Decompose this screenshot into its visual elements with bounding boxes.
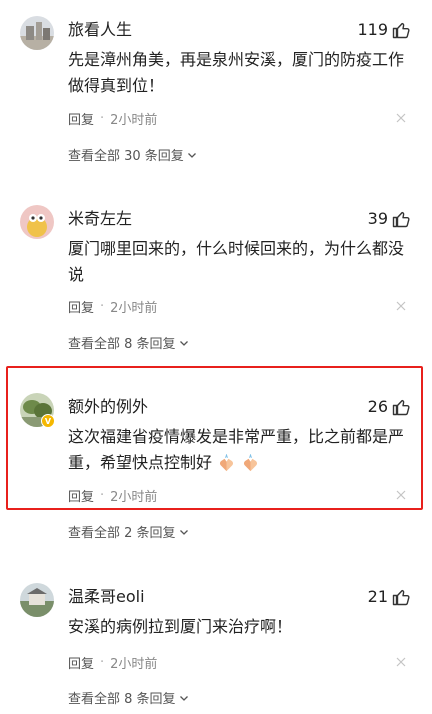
close-icon[interactable] xyxy=(396,490,406,500)
comment-meta: 回复 · 2小时前 xyxy=(68,486,158,505)
timestamp: 2小时前 xyxy=(110,112,158,128)
close-icon[interactable] xyxy=(396,657,406,667)
like-button[interactable]: 119 xyxy=(357,19,410,41)
avatar[interactable] xyxy=(20,205,54,239)
reply-link[interactable]: 回复 xyxy=(68,297,94,316)
reply-link[interactable]: 回复 xyxy=(68,486,94,505)
pray-hands-emoji xyxy=(244,454,258,472)
comment-meta: 回复 · 2小时前 xyxy=(68,297,158,316)
separator-dot: · xyxy=(100,110,105,126)
comment-meta: 回复 · 2小时前 xyxy=(68,653,158,672)
view-all-replies-link[interactable]: 查看全部 2 条回复 xyxy=(68,522,189,541)
reply-link[interactable]: 回复 xyxy=(68,109,94,128)
like-button[interactable]: 39 xyxy=(368,208,410,230)
thumbs-up-icon xyxy=(392,22,410,39)
thumbs-up-icon xyxy=(392,399,410,416)
comment-text-content: 这次福建省疫情爆发是非常严重，比之前都是严重，希望快点控制好 xyxy=(68,427,405,472)
chevron-down-icon xyxy=(179,340,188,346)
view-all-replies-label: 查看全部 8 条回复 xyxy=(68,692,176,707)
like-count: 21 xyxy=(367,587,388,606)
username[interactable]: 额外的例外 xyxy=(68,397,148,417)
view-all-replies-label: 查看全部 2 条回复 xyxy=(68,526,176,541)
username[interactable]: 旅看人生 xyxy=(68,20,132,40)
timestamp: 2小时前 xyxy=(110,489,158,505)
pray-hands-emoji xyxy=(220,454,234,472)
reply-link[interactable]: 回复 xyxy=(68,653,94,672)
like-button[interactable]: 21 xyxy=(368,586,410,608)
verified-badge: V xyxy=(41,414,55,428)
username[interactable]: 米奇左左 xyxy=(68,209,132,229)
view-all-replies-link[interactable]: 查看全部 8 条回复 xyxy=(68,333,189,352)
close-icon[interactable] xyxy=(396,301,406,311)
view-all-replies-label: 查看全部 30 条回复 xyxy=(68,149,184,164)
like-button[interactable]: 26 xyxy=(368,396,410,418)
avatar[interactable] xyxy=(20,16,54,50)
comment-text: 安溪的病例拉到厦门来治疗啊！ xyxy=(68,617,293,636)
timestamp: 2小时前 xyxy=(110,300,158,316)
comment-meta: 回复 · 2小时前 xyxy=(68,109,158,128)
timestamp: 2小时前 xyxy=(110,656,158,672)
thumbs-up-icon xyxy=(392,211,410,228)
comment-text: 厦门哪里回来的，什么时候回来的，为什么都没说 xyxy=(68,239,405,284)
thumbs-up-icon xyxy=(392,589,410,606)
separator-dot: · xyxy=(100,298,105,314)
chevron-down-icon xyxy=(187,152,196,158)
view-all-replies-label: 查看全部 8 条回复 xyxy=(68,337,176,352)
chevron-down-icon xyxy=(179,695,188,701)
view-all-replies-link[interactable]: 查看全部 30 条回复 xyxy=(68,145,197,164)
like-count: 26 xyxy=(367,397,388,416)
like-count: 119 xyxy=(357,20,388,39)
avatar[interactable] xyxy=(20,583,54,617)
view-all-replies-link[interactable]: 查看全部 8 条回复 xyxy=(68,688,189,707)
username[interactable]: 温柔哥eoli xyxy=(68,587,145,607)
chevron-down-icon xyxy=(179,529,188,535)
comment-text: 先是漳州角美，再是泉州安溪，厦门的防疫工作做得真到位！ xyxy=(68,50,405,95)
comment-text: 这次福建省疫情爆发是非常严重，比之前都是严重，希望快点控制好 xyxy=(68,424,413,476)
close-icon[interactable] xyxy=(396,113,406,123)
separator-dot: · xyxy=(100,654,105,670)
like-count: 39 xyxy=(367,209,388,228)
separator-dot: · xyxy=(100,487,105,503)
